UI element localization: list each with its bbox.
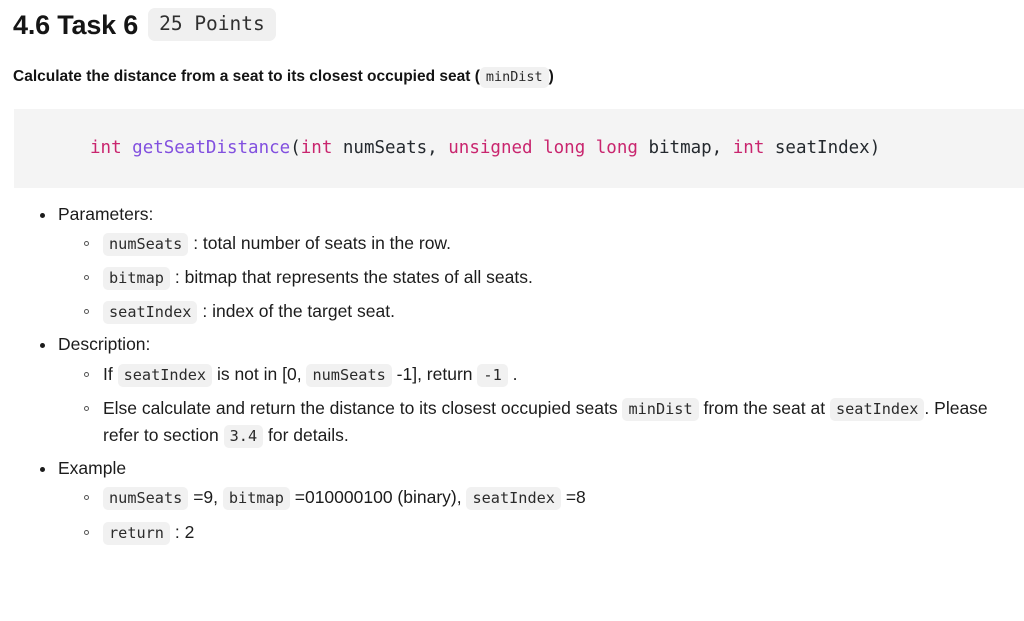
subtitle-text-before: Calculate the distance from a seat to it… xyxy=(13,68,480,86)
desc2-code-seatindex: seatIndex xyxy=(829,397,925,421)
points-badge: 25 Points xyxy=(148,8,276,42)
example-code-bitmap: bitmap xyxy=(222,487,290,511)
param-code-bitmap: bitmap xyxy=(103,267,170,291)
desc1-text-4: . xyxy=(512,363,518,384)
code-token-keyword-int-2: int xyxy=(732,138,765,159)
function-signature-code-block: int getSeatDistance(int numSeats, unsign… xyxy=(14,109,1024,188)
example-text-1: =9, xyxy=(193,487,219,508)
list-item: If seatIndex is not in [0, numSeats -1],… xyxy=(84,361,1024,388)
page-title: 4.6 Task 6 xyxy=(13,9,139,40)
example-sublist: numSeats =9, bitmap =010000100 (binary),… xyxy=(58,484,1024,545)
list-item: bitmap : bitmap that represents the stat… xyxy=(84,264,1024,291)
desc1-text-3: -1], return xyxy=(396,363,473,384)
desc1-text-2: is not in [0, xyxy=(216,363,302,384)
desc2-code-mindist: minDist xyxy=(622,397,699,421)
example-code-return: return xyxy=(103,521,170,545)
param-desc-numseats: : total number of seats in the row. xyxy=(193,232,451,253)
code-token-param-numseats: numSeats, xyxy=(332,138,449,159)
param-code-numseats: numSeats xyxy=(103,232,189,256)
code-token-keyword: int xyxy=(90,138,122,159)
list-item: Else calculate and return the distance t… xyxy=(84,395,1024,449)
subtitle-code-mindist: minDist xyxy=(479,67,549,89)
example-text-2: =010000100 (binary), xyxy=(294,487,462,508)
code-line: int getSeatDistance(int numSeats, unsign… xyxy=(14,135,1024,161)
task-subtitle: Calculate the distance from a seat to it… xyxy=(0,41,1024,89)
code-token-keyword-int-1: int xyxy=(300,138,333,159)
list-item-example: Example numSeats =9, bitmap =010000100 (… xyxy=(40,456,1024,546)
desc1-code-seatindex: seatIndex xyxy=(117,363,213,387)
parameters-sublist: numSeats : total number of seats in the … xyxy=(58,230,1024,325)
desc2-text-2: from the seat at xyxy=(703,397,826,418)
desc2-code-section-ref: 3.4 xyxy=(223,424,264,448)
example-code-numseats: numSeats xyxy=(103,487,189,511)
task-details-list: Parameters: numSeats : total number of s… xyxy=(0,202,1024,546)
page-heading: 4.6 Task 6 25 Points xyxy=(0,0,1024,42)
param-code-seatindex: seatIndex xyxy=(103,301,198,325)
description-label: Description: xyxy=(58,334,151,355)
list-item-parameters: Parameters: numSeats : total number of s… xyxy=(40,202,1024,326)
code-token-param-seatindex: seatIndex) xyxy=(764,138,881,159)
code-token-param-bitmap: bitmap, xyxy=(637,138,733,159)
code-token-function-name: getSeatDistance xyxy=(132,138,291,159)
task-document: 4.6 Task 6 25 Points Calculate the dista… xyxy=(0,0,1024,546)
subtitle-text-after: ) xyxy=(548,68,554,86)
description-sublist: If seatIndex is not in [0, numSeats -1],… xyxy=(58,361,1024,449)
desc1-text-1: If xyxy=(103,363,113,384)
example-return-value: : 2 xyxy=(174,521,195,542)
list-item: numSeats : total number of seats in the … xyxy=(84,230,1024,257)
desc1-code-minus-one: -1 xyxy=(477,363,508,387)
list-item: seatIndex : index of the target seat. xyxy=(84,298,1024,325)
list-item-description: Description: If seatIndex is not in [0, … xyxy=(40,332,1024,449)
desc2-text-4: for details. xyxy=(268,424,349,445)
param-desc-bitmap: : bitmap that represents the states of a… xyxy=(174,267,533,288)
example-label: Example xyxy=(58,458,127,479)
example-code-seatindex: seatIndex xyxy=(466,487,561,511)
list-item: numSeats =9, bitmap =010000100 (binary),… xyxy=(84,484,1024,511)
code-token-paren: ( xyxy=(290,138,301,159)
list-item: return : 2 xyxy=(84,519,1024,546)
param-desc-seatindex: : index of the target seat. xyxy=(202,301,395,322)
parameters-label: Parameters: xyxy=(58,203,154,224)
desc2-text-1: Else calculate and return the distance t… xyxy=(103,397,618,418)
code-token-keyword-ull: unsigned long long xyxy=(448,138,638,159)
desc1-code-numseats: numSeats xyxy=(306,363,392,387)
example-text-3: =8 xyxy=(565,487,586,508)
